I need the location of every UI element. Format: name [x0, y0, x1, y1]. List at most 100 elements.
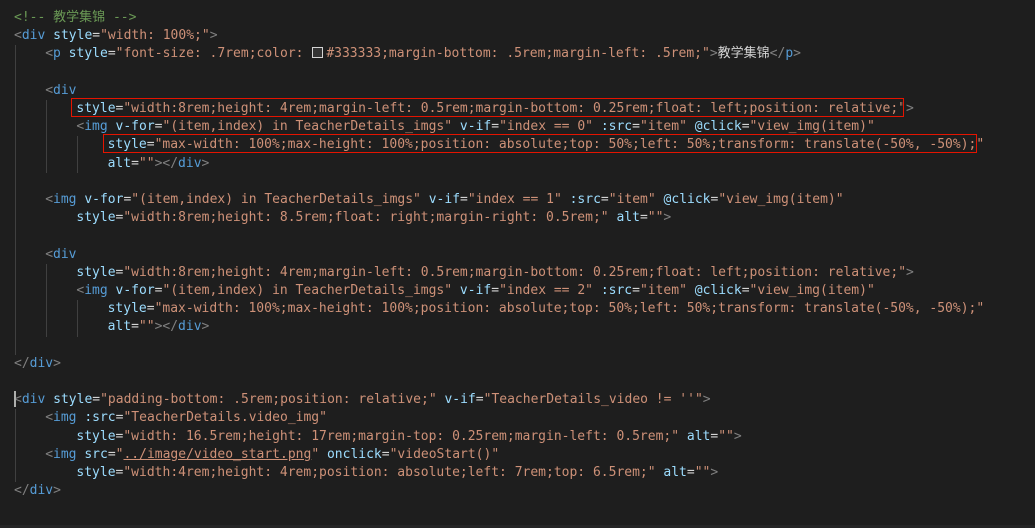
code-token-text: = [475, 392, 484, 408]
code-line[interactable]: alt=""></div> [108, 155, 210, 173]
code-token-text: = [460, 192, 468, 207]
code-token-punc: > [906, 101, 914, 116]
code-token-string: "view_img(item)" [749, 283, 875, 298]
code-token-string: #333333;margin-bottom: .5rem;margin-left… [326, 46, 710, 62]
code-token-punc: > [201, 319, 210, 335]
code-token-string: "(item,index) in TeacherDetails_imgs" [162, 119, 453, 135]
code-token-text: = [632, 119, 640, 135]
code-token-punc: > [702, 392, 711, 408]
code-token-text: = [491, 119, 500, 135]
code-token-attr: v-for [115, 119, 155, 135]
highlight-box [103, 134, 977, 154]
code-token-text: = [107, 46, 116, 62]
code-token-tag: div [29, 483, 54, 499]
code-line[interactable]: <div [45, 246, 76, 264]
code-editor[interactable]: <!-- 教学集锦 --> <div style="width: 100%;"> <… [0, 0, 1035, 528]
code-token-string: "max-width: 100%;max-height: 100%;positi… [154, 301, 985, 317]
code-token-attr: :src [569, 192, 601, 207]
code-token-text: = [107, 446, 116, 462]
code-token-string: "width: 100%;" [100, 28, 210, 44]
code-token-string: "index == 1" [467, 192, 562, 207]
code-token-attr: alt [663, 465, 687, 480]
code-line[interactable]: <img src="../image/video_start.png" oncl… [45, 446, 499, 464]
code-token-attr: v-if [428, 192, 461, 207]
text-cursor [14, 391, 16, 408]
code-token-tag: div [178, 319, 202, 335]
code-token-string: "width: 16.5rem;height: 17rem;margin-top… [123, 428, 680, 444]
code-token-punc: </ [14, 483, 30, 499]
code-token-string: "index == 0" [499, 119, 593, 135]
code-token-punc: < [45, 82, 54, 98]
code-token-string: "item" [639, 119, 687, 135]
code-token-link: ../image/video_start.png [123, 446, 312, 462]
code-token-attr: v-for [84, 192, 124, 207]
code-token-tag: div [21, 28, 46, 44]
highlight-box [71, 98, 904, 117]
code-token-string: "width:8rem;height: 4rem;margin-left: 0.… [123, 264, 907, 280]
code-line[interactable]: style = "width:8rem;height: 8.5rem;float: … [76, 209, 671, 227]
code-line[interactable]: </div> [14, 482, 61, 500]
code-token-string: "item" [608, 192, 656, 207]
code-token-attr: style [76, 210, 116, 226]
code-line[interactable]: style="width: 16.5rem;height: 17rem;marg… [76, 428, 741, 446]
code-token-punc: ></ [154, 319, 179, 335]
code-token-tag: p [785, 46, 794, 62]
code-token-tag: p [53, 46, 61, 62]
code-token-string: "videoStart()" [389, 446, 500, 462]
code-token-punc: < [45, 246, 54, 262]
code-token-text: = [491, 283, 500, 298]
code-line[interactable]: style = "width:4rem;height: 4rem;position:… [76, 464, 718, 482]
code-token-string: "padding-bottom: .5rem;position: relativ… [100, 392, 437, 408]
code-line[interactable]: style="width:8rem;height: 4rem;margin-le… [76, 264, 913, 282]
code-token-string: "(item,index) in TeacherDetails_imgs" [131, 192, 421, 207]
code-token-string: "view_img(item)" [718, 192, 844, 207]
indent-guide [15, 45, 16, 355]
code-line[interactable]: style="max-width: 100%;max-height: 100%;… [108, 300, 985, 318]
code-token-tag: img [84, 119, 108, 135]
code-token-string: "" [647, 210, 664, 226]
code-token-attr: style [107, 301, 147, 317]
code-token-comment: <!-- 教学集锦 --> [14, 10, 137, 25]
code-token-text: = [639, 210, 648, 226]
code-line[interactable]: <p style="font-size: .7rem;color: #33333… [45, 45, 801, 63]
code-token-punc: > [53, 355, 61, 371]
code-token-text: = [381, 446, 390, 462]
code-token-string: "width:4rem;height: 4rem;position: absol… [123, 465, 656, 480]
code-line[interactable]: <img v-for="(item,index) in TeacherDetai… [45, 191, 843, 209]
code-token-punc: </ [14, 355, 30, 371]
code-token-attr: v-for [115, 283, 155, 298]
code-token-attr: v-if [459, 119, 492, 135]
code-token-punc: < [45, 46, 54, 62]
color-swatch-icon[interactable] [312, 47, 324, 59]
code-token-text: = [92, 392, 101, 408]
code-line[interactable]: alt=""></div> [108, 318, 210, 336]
code-token-punc: > [201, 155, 210, 171]
code-token-punc: > [709, 46, 718, 62]
code-token-tag: div [53, 246, 77, 262]
code-token-tag: div [29, 355, 54, 371]
code-token-punc: < [45, 410, 54, 426]
code-token-string: "width:8rem;height: 8.5rem;float: right;… [123, 210, 609, 226]
code-line[interactable]: <img :src="TeacherDetails.video_img" [45, 409, 327, 427]
code-token-string: "" [694, 465, 711, 480]
code-token-punc: < [45, 446, 54, 462]
code-line[interactable]: <img v-for="(item,index) in TeacherDetai… [76, 282, 874, 300]
code-token-string: " [311, 446, 320, 462]
code-token-tag: img [53, 446, 77, 462]
code-line[interactable]: <div style="padding-bottom: .5rem;positi… [14, 391, 711, 409]
code-token-text: = [741, 119, 750, 135]
code-line[interactable]: </div> [14, 355, 61, 373]
indent-guide [46, 100, 48, 173]
code-token-punc: > [793, 46, 801, 62]
code-line[interactable]: <!-- 教学集锦 --> [14, 9, 136, 27]
code-line[interactable]: <div style="width: 100%;"> [14, 27, 218, 45]
